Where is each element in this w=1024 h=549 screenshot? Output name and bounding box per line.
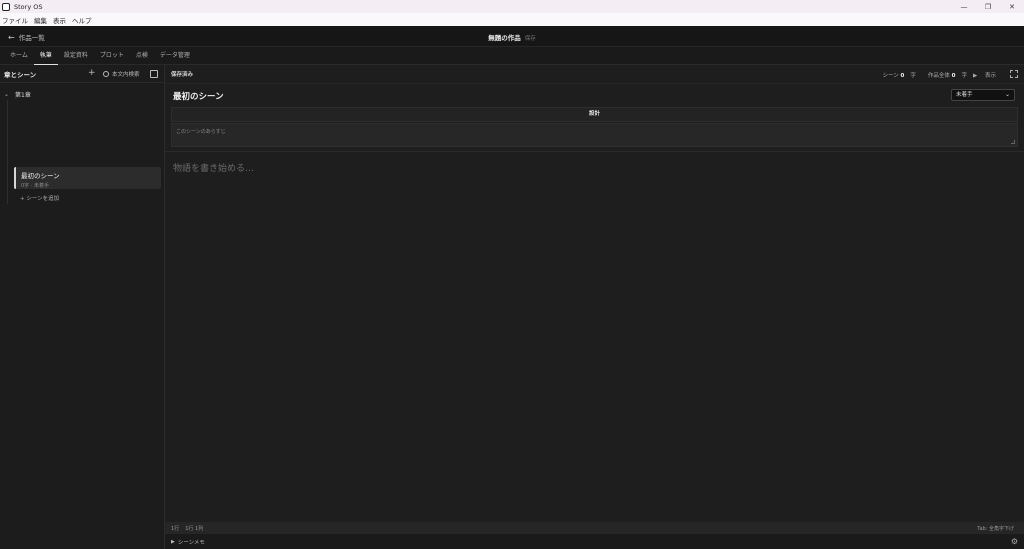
work-title-sub: 保存	[524, 36, 536, 42]
scene-count: シーン 0字	[882, 73, 916, 79]
add-scene-label: シーンを追加	[26, 196, 60, 202]
line-count: 1行	[171, 525, 180, 532]
tab-writing[interactable]: 執筆	[33, 47, 58, 65]
memo-label: シーンメモ	[177, 539, 205, 546]
tree-line	[7, 100, 8, 204]
search-body-button[interactable]: 本文内検索	[103, 70, 140, 78]
add-scene-button[interactable]: + シーンを追加	[20, 194, 59, 202]
chevron-down-icon[interactable]: ⌄	[4, 91, 9, 98]
app-title: Story OS	[14, 2, 43, 11]
triangle-right-icon: ▶	[171, 538, 175, 545]
work-count: 作品全体 0字	[927, 73, 967, 79]
menu-help[interactable]: ヘルプ	[72, 15, 92, 25]
main-editor-area: 保存済み シーン 0字 作品全体 0字 ▶ 表示 最初のシーン 未着手 ⌄ 設計…	[165, 65, 1024, 549]
tab-home[interactable]: ホーム	[4, 47, 34, 65]
display-toggle[interactable]: ▶ 表示	[973, 71, 996, 79]
sidebar: 章とシーン + 本文内検索 ⌄ 第1章 最初のシーン 0字 · 未着手 + シー…	[0, 65, 165, 549]
save-status: 保存済み	[171, 72, 194, 78]
divider	[165, 151, 1024, 152]
tab-settings[interactable]: 設定資料	[58, 47, 94, 65]
scene-status-select[interactable]: 未着手 ⌄	[951, 89, 1015, 101]
search-label: 本文内検索	[112, 72, 140, 78]
scene-summary-input[interactable]: このシーンのあらすじ	[171, 123, 1018, 147]
tab-plot[interactable]: プロット	[94, 47, 130, 65]
close-button[interactable]: ✕	[1000, 0, 1024, 13]
editor-toolbar: 保存済み シーン 0字 作品全体 0字 ▶ 表示	[165, 65, 1024, 84]
scene-item-meta: 0字 · 未着手	[21, 183, 49, 189]
char-counts: シーン 0字 作品全体 0字 ▶ 表示	[871, 71, 996, 79]
menu-edit[interactable]: 編集	[34, 15, 47, 25]
tab-data[interactable]: データ管理	[154, 47, 196, 65]
window-controls: — ❐ ✕	[952, 0, 1024, 13]
sidebar-header: 章とシーン + 本文内検索	[0, 65, 164, 83]
restore-button[interactable]: ❐	[976, 0, 1000, 13]
design-button[interactable]: 設計	[171, 107, 1018, 122]
chevron-down-icon: ⌄	[1004, 91, 1010, 98]
summary-placeholder: このシーンのあらすじ	[176, 129, 226, 135]
scene-item[interactable]: 最初のシーン 0字 · 未着手	[14, 167, 161, 189]
work-title: 無題の作品 保存	[0, 32, 1024, 42]
scene-title[interactable]: 最初のシーン	[173, 90, 224, 102]
status-value: 未着手	[956, 92, 973, 98]
panel-toggle-icon[interactable]	[150, 70, 158, 78]
title-bar: Story OS — ❐ ✕	[0, 0, 1024, 13]
editor-status-bar: 1行 1行 1列 Tab: 全角字下げ	[165, 522, 1024, 534]
gear-icon[interactable]: ⚙	[1011, 537, 1018, 546]
app-icon	[2, 2, 10, 11]
scene-memo-toggle[interactable]: ▶ シーンメモ ⚙	[165, 534, 1024, 549]
chapter-label: 第1章	[15, 92, 31, 99]
menu-view[interactable]: 表示	[53, 15, 66, 25]
add-chapter-icon[interactable]: +	[88, 68, 96, 78]
search-icon	[103, 71, 109, 77]
sidebar-title: 章とシーン	[4, 70, 37, 79]
app-header: ← 作品一覧 無題の作品 保存	[0, 26, 1024, 47]
tab-check[interactable]: 点検	[130, 47, 154, 65]
tab-hint: Tab: 全角字下げ	[977, 526, 1014, 532]
menu-bar: ファイル 編集 表示 ヘルプ	[0, 13, 1024, 26]
scene-item-name: 最初のシーン	[21, 172, 60, 180]
cursor-position: 1行 1列	[185, 525, 204, 532]
story-editor[interactable]: 物語を書き始める…	[173, 161, 254, 174]
tab-bar: ホーム 執筆 設定資料 プロット 点検 データ管理	[0, 47, 1024, 65]
chapter-item[interactable]: ⌄ 第1章	[4, 90, 31, 99]
scene-title-row: 最初のシーン 未着手 ⌄	[165, 84, 1024, 106]
resize-grip-icon[interactable]	[1011, 140, 1015, 144]
menu-file[interactable]: ファイル	[2, 15, 28, 25]
fullscreen-icon[interactable]	[1010, 70, 1018, 78]
minimize-button[interactable]: —	[952, 0, 976, 13]
work-title-text: 無題の作品	[488, 34, 521, 42]
